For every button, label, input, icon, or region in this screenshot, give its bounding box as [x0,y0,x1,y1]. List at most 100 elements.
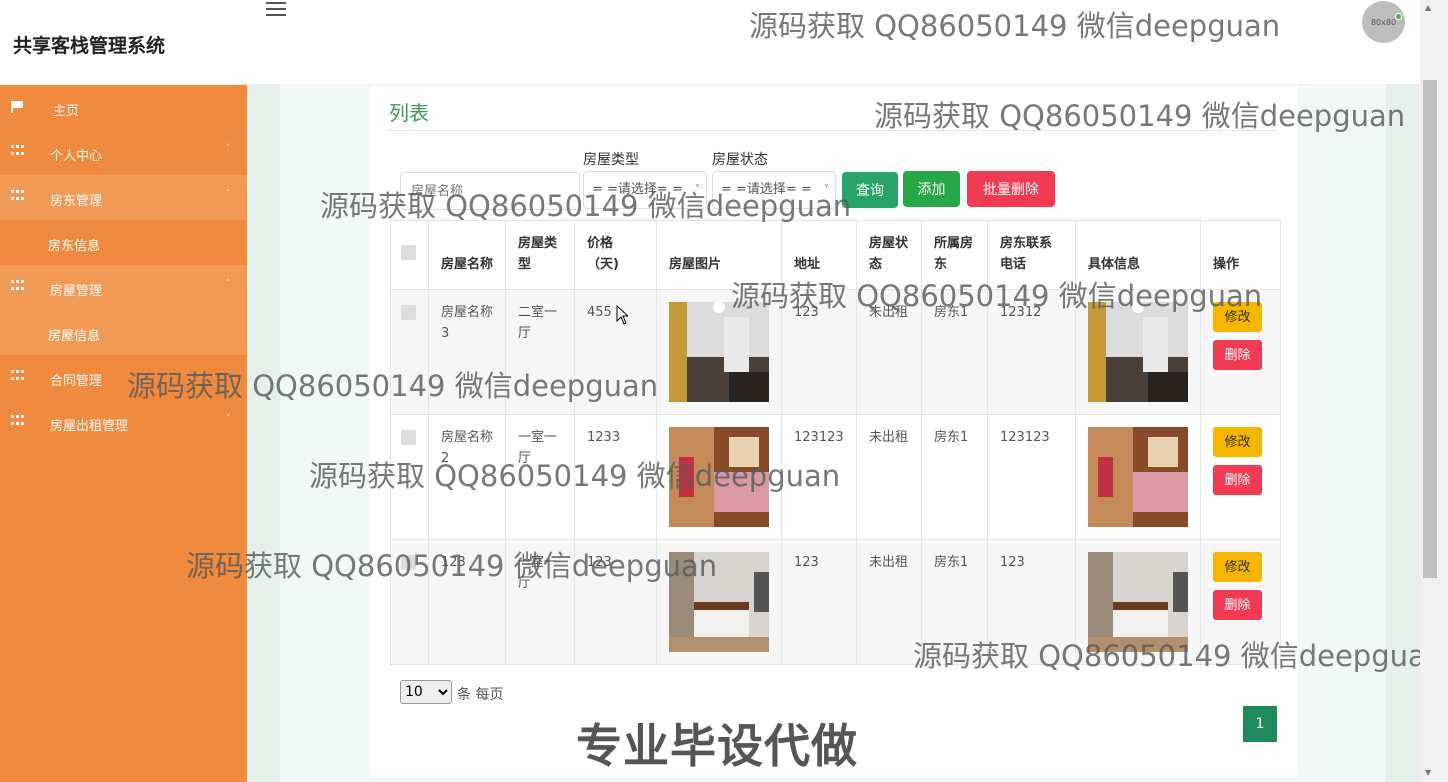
query-button[interactable]: 查询 [842,172,898,208]
cell-owner: 房东1 [921,539,988,665]
mouse-cursor-icon [616,305,628,325]
page-title: 列表 [389,101,429,125]
edit-button[interactable]: 修改 [1213,427,1262,457]
online-status-icon [1395,13,1402,20]
delete-button[interactable]: 删除 [1213,465,1262,495]
cell-image [656,539,782,665]
top-header: 共享客栈管理系统 80x80 [0,0,1420,85]
cell-type: 一室一厅 [505,414,575,540]
cell-type: 一室一厅 [505,539,575,665]
grid-icon [11,280,24,291]
house-type-select-value: = =请选择= = [592,182,683,197]
column-header: 具体信息 [1075,220,1201,290]
delete-button[interactable]: 删除 [1213,590,1262,620]
column-header: 房东联系电话 [987,220,1076,290]
column-header: 价格（天) [574,220,657,290]
cell-status: 未出租 [856,414,922,540]
chevron-down-icon: ˅ [695,184,700,195]
sidebar-item-landlord-mgmt[interactable]: 房东管理 ˄ [0,175,247,220]
select-all-checkbox[interactable] [401,244,416,260]
search-input[interactable] [400,172,580,210]
row-select-cell [390,289,429,415]
house-type-label: 房屋类型 [583,152,639,168]
house-photo [669,552,769,652]
page-number-button[interactable]: 1 [1243,706,1277,742]
cell-detail [1075,289,1201,415]
cell-address: 123123 [781,414,857,540]
table-row: 123 一室一厅 123 123 未出租 房东1 123 修改 删除 [390,539,1281,665]
cell-name: 房屋名称2 [428,414,506,540]
sidebar-item-label: 个人中心 [50,149,103,164]
row-checkbox[interactable] [401,305,416,320]
chevron-down-icon: ˅ [824,184,829,195]
page-scrollbar[interactable]: ▲ ▼ [1420,0,1448,782]
flag-icon [11,101,24,113]
sidebar-subitem-house-info[interactable]: 房屋信息 [0,310,247,355]
page-size-label: 条 每页 [457,687,504,703]
house-type-select[interactable]: = =请选择= = ˅ [583,171,707,209]
sidebar-item-house-mgmt[interactable]: 房屋管理 ˄ [0,265,247,310]
cell-detail [1075,539,1201,665]
cell-ops: 修改 删除 [1200,289,1281,415]
scroll-up-icon[interactable]: ▲ [1425,3,1431,12]
cell-status: 未出租 [856,289,922,415]
chevron-down-icon: ˅ [226,414,231,424]
column-header: 所属房东 [921,220,988,290]
grid-icon [11,145,24,156]
cell-image [656,289,782,415]
cell-name: 房屋名称3 [428,289,506,415]
sidebar-item-label: 房屋信息 [48,329,101,344]
table-row: 房屋名称3 二室一厅 455 123 未出租 房东1 12312 修改 删除 [390,289,1281,415]
sidebar-item-home[interactable]: 主页 [0,85,247,130]
row-checkbox[interactable] [401,555,416,570]
select-all-cell [390,220,429,290]
sidebar-item-label: 房东管理 [50,194,103,209]
house-table: 房屋名称 房屋类型 价格（天) 房屋图片 地址 房屋状态 所属房东 房东联系电话… [390,220,1281,665]
cell-owner: 房东1 [921,289,988,415]
batch-delete-button[interactable]: 批量删除 [967,171,1055,207]
column-header: 地址 [781,220,857,290]
sidebar-item-rental-mgmt[interactable]: 房屋出租管理 ˅ [0,400,247,445]
cell-status: 未出租 [856,539,922,665]
cell-price: 123 [574,539,657,665]
avatar[interactable]: 80x80 [1362,1,1405,43]
house-photo [669,427,769,527]
cell-phone: 123123 [987,414,1076,540]
chevron-up-icon: ˄ [226,279,231,289]
sidebar-subitem-landlord-info[interactable]: 房东信息 [0,220,247,265]
menu-toggle-icon[interactable] [266,2,286,18]
column-header: 房屋名称 [428,220,506,290]
delete-button[interactable]: 删除 [1213,340,1262,370]
cell-address: 123 [781,539,857,665]
house-status-label: 房屋状态 [712,152,768,168]
page-size-select[interactable]: 10 [400,680,452,704]
add-button[interactable]: 添加 [903,171,960,207]
grid-icon [11,415,24,426]
edit-button[interactable]: 修改 [1213,302,1262,332]
sidebar-item-contract-mgmt[interactable]: 合同管理 [0,355,247,400]
sidebar-item-label: 主页 [53,104,80,119]
column-header: 房屋类型 [505,220,575,290]
edit-button[interactable]: 修改 [1213,552,1262,582]
list-card: 列表 房屋类型 = =请选择= = ˅ 房屋状态 = =请选择= = ˅ 查询 … [370,85,1298,777]
row-checkbox[interactable] [401,430,416,445]
house-photo [1088,552,1188,652]
avatar-text: 80x80 [1370,17,1397,27]
cell-ops: 修改 删除 [1200,539,1281,665]
cell-image [656,414,782,540]
cell-price: 1233 [574,414,657,540]
sidebar-item-label: 房东信息 [48,239,101,254]
scrollbar-thumb[interactable] [1423,80,1437,578]
divider [389,130,1278,131]
column-header: 房屋状态 [856,220,922,290]
sidebar-item-profile[interactable]: 个人中心 ˅ [0,130,247,175]
app-title: 共享客栈管理系统 [13,35,166,57]
scroll-down-icon[interactable]: ▼ [1425,768,1431,777]
cell-phone: 123 [987,539,1076,665]
table-header-row: 房屋名称 房屋类型 价格（天) 房屋图片 地址 房屋状态 所属房东 房东联系电话… [390,220,1281,290]
cell-detail [1075,414,1201,540]
promo-text: 专业毕设代做 [576,719,858,773]
grid-icon [11,190,24,201]
house-status-select[interactable]: = =请选择= = ˅ [712,171,836,209]
cell-owner: 房东1 [921,414,988,540]
